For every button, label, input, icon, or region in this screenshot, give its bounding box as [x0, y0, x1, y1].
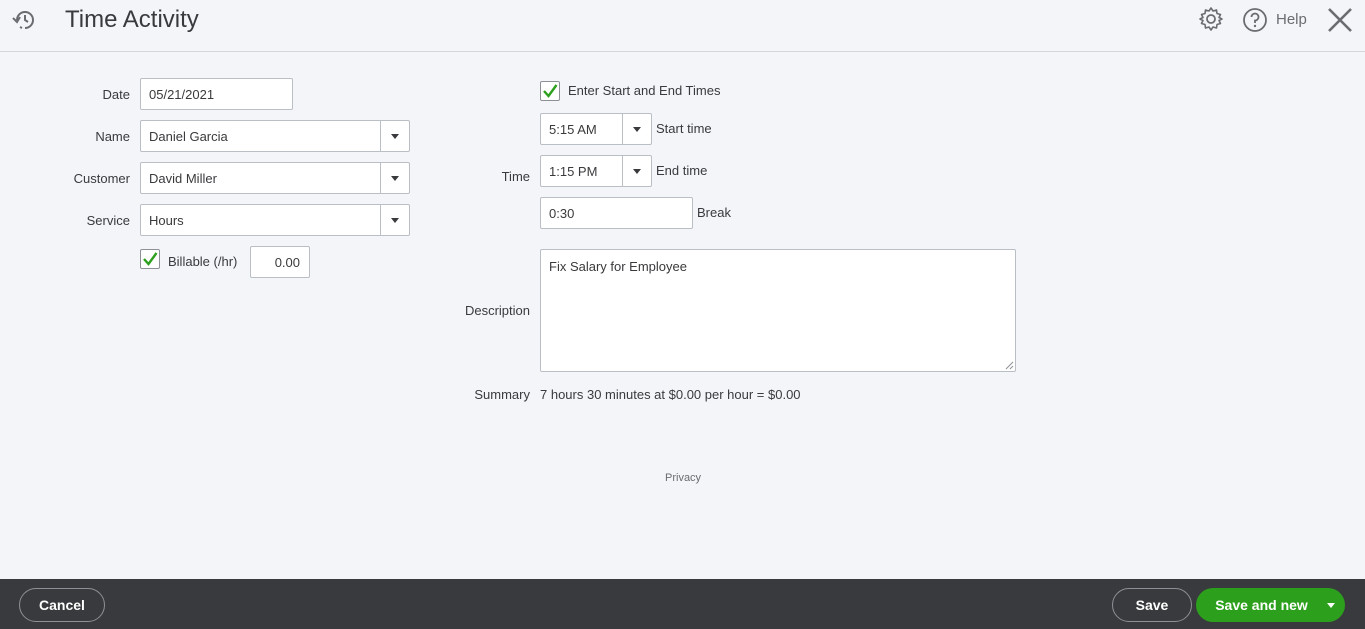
- description-label: Description: [464, 303, 530, 318]
- cancel-button[interactable]: Cancel: [19, 588, 105, 622]
- start-time-select[interactable]: 5:15 AM: [540, 113, 652, 145]
- close-icon[interactable]: [1327, 7, 1353, 33]
- summary-label: Summary: [474, 387, 530, 402]
- description-value: Fix Salary for Employee: [549, 259, 687, 274]
- start-end-times-checkbox[interactable]: [540, 81, 560, 101]
- end-time-select[interactable]: 1:15 PM: [540, 155, 652, 187]
- chevron-down-icon: [391, 217, 399, 223]
- customer-value: David Miller: [149, 170, 217, 186]
- customer-label: Customer: [73, 171, 130, 186]
- service-label: Service: [86, 213, 130, 228]
- gear-icon[interactable]: [1198, 6, 1224, 32]
- name-select[interactable]: Daniel Garcia: [140, 120, 410, 152]
- date-field[interactable]: 05/21/2021: [140, 78, 293, 110]
- footer-bar: Cancel Save Save and new: [0, 579, 1365, 629]
- billable-rate-value: 0.00: [274, 254, 300, 270]
- page-title: Time Activity: [65, 6, 199, 33]
- start-end-times-label: Enter Start and End Times: [568, 83, 721, 98]
- billable-label: Billable (/hr): [168, 254, 238, 269]
- name-dropdown-button[interactable]: [380, 121, 409, 151]
- chevron-down-icon: [391, 133, 399, 139]
- customer-dropdown-button[interactable]: [380, 163, 409, 193]
- summary-value: 7 hours 30 minutes at $0.00 per hour = $…: [540, 387, 801, 402]
- end-time-label: End time: [656, 163, 708, 178]
- save-options-dropdown-button[interactable]: [1317, 588, 1345, 622]
- service-select[interactable]: Hours: [140, 204, 410, 236]
- chevron-down-icon: [633, 168, 641, 174]
- date-value: 05/21/2021: [149, 86, 215, 102]
- service-dropdown-button[interactable]: [380, 205, 409, 235]
- save-button[interactable]: Save: [1112, 588, 1192, 622]
- save-and-new-button-group: Save and new: [1196, 588, 1345, 622]
- save-button-label: Save: [1135, 597, 1169, 613]
- billable-rate-input[interactable]: 0.00: [250, 246, 310, 278]
- chevron-down-icon: [391, 175, 399, 181]
- save-and-new-button[interactable]: Save and new: [1196, 588, 1317, 622]
- break-input[interactable]: 0:30: [540, 197, 693, 229]
- break-label: Break: [697, 205, 731, 220]
- end-time-value: 1:15 PM: [549, 163, 598, 179]
- resize-handle-icon[interactable]: [1004, 360, 1014, 370]
- name-value: Daniel Garcia: [149, 128, 228, 144]
- chevron-down-icon: [633, 126, 641, 132]
- customer-select[interactable]: David Miller: [140, 162, 410, 194]
- name-label: Name: [95, 129, 130, 144]
- chevron-down-icon: [1327, 602, 1335, 608]
- break-value: 0:30: [549, 205, 575, 221]
- cancel-button-label: Cancel: [39, 597, 85, 613]
- start-time-dropdown-button[interactable]: [622, 114, 651, 144]
- privacy-link[interactable]: Privacy: [665, 472, 701, 484]
- service-value: Hours: [149, 212, 184, 228]
- description-textarea[interactable]: Fix Salary for Employee: [540, 249, 1016, 372]
- checkmark-icon: [543, 84, 558, 98]
- start-time-label: Start time: [656, 121, 712, 136]
- checkmark-icon: [143, 252, 158, 266]
- start-time-value: 5:15 AM: [549, 121, 597, 137]
- time-label: Time: [501, 169, 530, 184]
- header-bar: Time Activity Help: [0, 0, 1365, 52]
- end-time-dropdown-button[interactable]: [622, 156, 651, 186]
- recent-history-icon[interactable]: [11, 6, 39, 34]
- help-link[interactable]: Help: [1276, 11, 1307, 28]
- help-circle-icon[interactable]: [1242, 7, 1268, 33]
- date-label: Date: [102, 87, 130, 102]
- save-and-new-label: Save and new: [1215, 597, 1308, 613]
- billable-checkbox[interactable]: [140, 249, 160, 269]
